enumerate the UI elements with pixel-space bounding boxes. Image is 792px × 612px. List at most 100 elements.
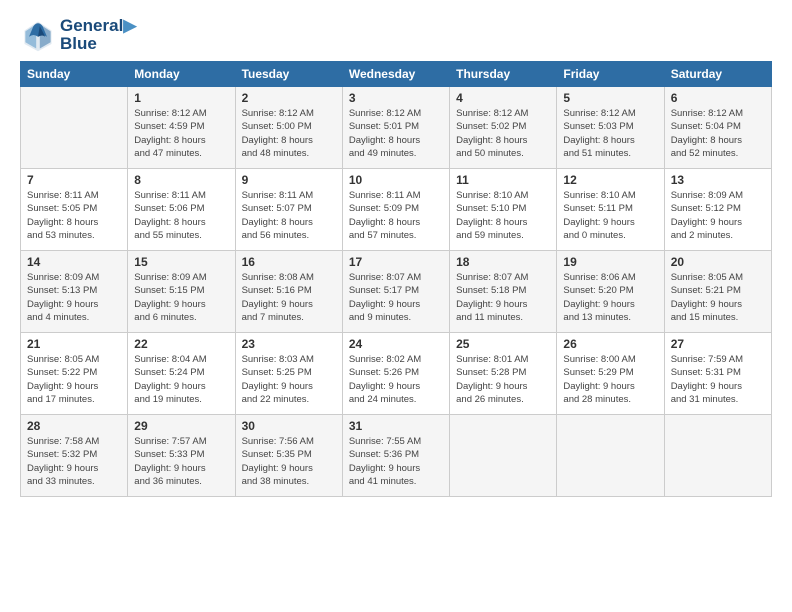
day-info: Sunrise: 8:12 AMSunset: 5:02 PMDaylight:… (456, 107, 550, 160)
day-number: 23 (242, 337, 336, 351)
day-info: Sunrise: 8:03 AMSunset: 5:25 PMDaylight:… (242, 353, 336, 406)
header-day-thursday: Thursday (450, 62, 557, 87)
day-number: 26 (563, 337, 657, 351)
day-number: 7 (27, 173, 121, 187)
calendar-cell: 19Sunrise: 8:06 AMSunset: 5:20 PMDayligh… (557, 251, 664, 333)
day-info: Sunrise: 8:12 AMSunset: 4:59 PMDaylight:… (134, 107, 228, 160)
calendar-cell: 25 Sunrise: 8:01 AMSunset: 5:28 PMDayligh… (450, 333, 557, 415)
calendar-cell (664, 415, 771, 497)
calendar-cell (450, 415, 557, 497)
calendar-cell: 26 Sunrise: 8:00 AMSunset: 5:29 PMDayligh… (557, 333, 664, 415)
header-day-monday: Monday (128, 62, 235, 87)
day-number: 11 (456, 173, 550, 187)
week-row-4: 21Sunrise: 8:05 AMSunset: 5:22 PMDayligh… (21, 333, 772, 415)
calendar-cell: 6Sunrise: 8:12 AMSunset: 5:04 PMDaylight… (664, 87, 771, 169)
calendar-cell: 23 Sunrise: 8:03 AMSunset: 5:25 PMDayligh… (235, 333, 342, 415)
day-info: Sunrise: 7:59 AMSunset: 5:31 PMDaylight:… (671, 353, 765, 406)
calendar-cell: 9 Sunrise: 8:11 AMSunset: 5:07 PMDaylight… (235, 169, 342, 251)
day-number: 6 (671, 91, 765, 105)
day-number: 13 (671, 173, 765, 187)
day-number: 9 (242, 173, 336, 187)
day-number: 29 (134, 419, 228, 433)
day-number: 3 (349, 91, 443, 105)
day-number: 8 (134, 173, 228, 187)
day-info: Sunrise: 8:09 AMSunset: 5:15 PMDaylight:… (134, 271, 228, 324)
calendar-cell: 24Sunrise: 8:02 AMSunset: 5:26 PMDayligh… (342, 333, 449, 415)
day-info: Sunrise: 7:58 AMSunset: 5:32 PMDaylight:… (27, 435, 121, 488)
day-info: Sunrise: 7:55 AMSunset: 5:36 PMDaylight:… (349, 435, 443, 488)
week-row-1: 1 Sunrise: 8:12 AMSunset: 4:59 PMDaylight… (21, 87, 772, 169)
logo-icon (20, 17, 56, 53)
header-day-sunday: Sunday (21, 62, 128, 87)
calendar-cell: 2 Sunrise: 8:12 AMSunset: 5:00 PMDaylight… (235, 87, 342, 169)
calendar-cell: 4 Sunrise: 8:12 AMSunset: 5:02 PMDaylight… (450, 87, 557, 169)
day-number: 12 (563, 173, 657, 187)
day-number: 28 (27, 419, 121, 433)
week-row-3: 14 Sunrise: 8:09 AMSunset: 5:13 PMDayligh… (21, 251, 772, 333)
calendar-cell: 3Sunrise: 8:12 AMSunset: 5:01 PMDaylight… (342, 87, 449, 169)
day-info: Sunrise: 8:09 AMSunset: 5:12 PMDaylight:… (671, 189, 765, 242)
day-number: 15 (134, 255, 228, 269)
header-day-saturday: Saturday (664, 62, 771, 87)
day-number: 4 (456, 91, 550, 105)
calendar-cell (21, 87, 128, 169)
calendar-cell: 17Sunrise: 8:07 AMSunset: 5:17 PMDayligh… (342, 251, 449, 333)
calendar-cell: 14 Sunrise: 8:09 AMSunset: 5:13 PMDayligh… (21, 251, 128, 333)
day-number: 20 (671, 255, 765, 269)
day-number: 18 (456, 255, 550, 269)
calendar-cell: 7 Sunrise: 8:11 AMSunset: 5:05 PMDaylight… (21, 169, 128, 251)
calendar-table: SundayMondayTuesdayWednesdayThursdayFrid… (20, 61, 772, 497)
day-number: 10 (349, 173, 443, 187)
calendar-cell: 15 Sunrise: 8:09 AMSunset: 5:15 PMDayligh… (128, 251, 235, 333)
calendar-cell: 16 Sunrise: 8:08 AMSunset: 5:16 PMDayligh… (235, 251, 342, 333)
day-info: Sunrise: 8:11 AMSunset: 5:06 PMDaylight:… (134, 189, 228, 242)
calendar-cell: 31 Sunrise: 7:55 AMSunset: 5:36 PMDayligh… (342, 415, 449, 497)
day-info: Sunrise: 8:11 AMSunset: 5:07 PMDaylight:… (242, 189, 336, 242)
day-info: Sunrise: 8:12 AMSunset: 5:03 PMDaylight:… (563, 107, 657, 160)
day-info: Sunrise: 8:07 AMSunset: 5:17 PMDaylight:… (349, 271, 443, 324)
calendar-cell: 12Sunrise: 8:10 AMSunset: 5:11 PMDayligh… (557, 169, 664, 251)
calendar-cell: 20 Sunrise: 8:05 AMSunset: 5:21 PMDayligh… (664, 251, 771, 333)
calendar-cell: 1 Sunrise: 8:12 AMSunset: 4:59 PMDaylight… (128, 87, 235, 169)
calendar-cell: 18Sunrise: 8:07 AMSunset: 5:18 PMDayligh… (450, 251, 557, 333)
calendar-cell: 13 Sunrise: 8:09 AMSunset: 5:12 PMDayligh… (664, 169, 771, 251)
calendar-cell (557, 415, 664, 497)
day-info: Sunrise: 8:05 AMSunset: 5:21 PMDaylight:… (671, 271, 765, 324)
day-number: 14 (27, 255, 121, 269)
calendar-cell: 11 Sunrise: 8:10 AMSunset: 5:10 PMDayligh… (450, 169, 557, 251)
logo-area: General▶ Blue (20, 16, 136, 53)
day-number: 1 (134, 91, 228, 105)
day-info: Sunrise: 8:12 AMSunset: 5:00 PMDaylight:… (242, 107, 336, 160)
logo-text: General▶ Blue (60, 16, 136, 53)
header-day-tuesday: Tuesday (235, 62, 342, 87)
day-info: Sunrise: 8:00 AMSunset: 5:29 PMDaylight:… (563, 353, 657, 406)
day-number: 2 (242, 91, 336, 105)
calendar-cell: 21Sunrise: 8:05 AMSunset: 5:22 PMDayligh… (21, 333, 128, 415)
header: General▶ Blue (20, 16, 772, 53)
day-info: Sunrise: 8:04 AMSunset: 5:24 PMDaylight:… (134, 353, 228, 406)
day-info: Sunrise: 8:11 AMSunset: 5:05 PMDaylight:… (27, 189, 121, 242)
day-number: 30 (242, 419, 336, 433)
day-info: Sunrise: 8:11 AMSunset: 5:09 PMDaylight:… (349, 189, 443, 242)
day-info: Sunrise: 7:56 AMSunset: 5:35 PMDaylight:… (242, 435, 336, 488)
calendar-cell: 8 Sunrise: 8:11 AMSunset: 5:06 PMDaylight… (128, 169, 235, 251)
day-info: Sunrise: 8:06 AMSunset: 5:20 PMDaylight:… (563, 271, 657, 324)
day-info: Sunrise: 8:10 AMSunset: 5:10 PMDaylight:… (456, 189, 550, 242)
day-number: 21 (27, 337, 121, 351)
page: General▶ Blue SundayMondayTuesdayWednesd… (0, 0, 792, 612)
day-number: 27 (671, 337, 765, 351)
calendar-cell: 29Sunrise: 7:57 AMSunset: 5:33 PMDayligh… (128, 415, 235, 497)
week-row-5: 28 Sunrise: 7:58 AMSunset: 5:32 PMDayligh… (21, 415, 772, 497)
calendar-cell: 10 Sunrise: 8:11 AMSunset: 5:09 PMDayligh… (342, 169, 449, 251)
day-info: Sunrise: 8:02 AMSunset: 5:26 PMDaylight:… (349, 353, 443, 406)
day-info: Sunrise: 8:01 AMSunset: 5:28 PMDaylight:… (456, 353, 550, 406)
calendar-cell: 22 Sunrise: 8:04 AMSunset: 5:24 PMDayligh… (128, 333, 235, 415)
day-number: 16 (242, 255, 336, 269)
day-number: 31 (349, 419, 443, 433)
day-info: Sunrise: 8:09 AMSunset: 5:13 PMDaylight:… (27, 271, 121, 324)
header-day-friday: Friday (557, 62, 664, 87)
day-number: 22 (134, 337, 228, 351)
day-number: 5 (563, 91, 657, 105)
day-info: Sunrise: 8:08 AMSunset: 5:16 PMDaylight:… (242, 271, 336, 324)
day-number: 25 (456, 337, 550, 351)
